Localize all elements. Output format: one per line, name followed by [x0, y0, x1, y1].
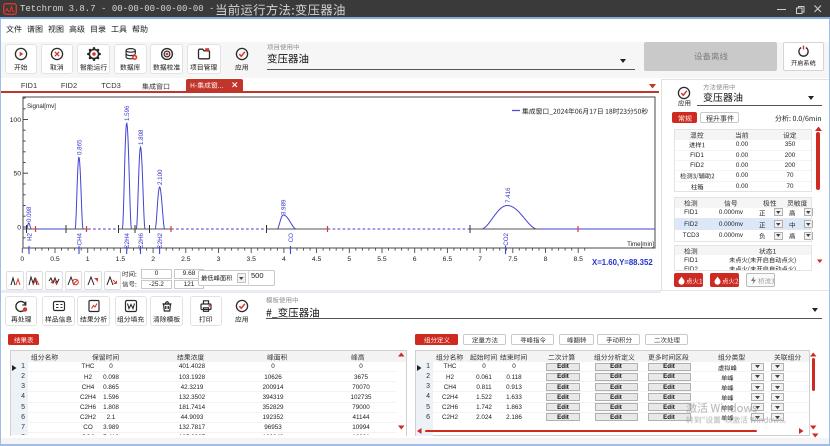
svg-text:CO2: CO2	[503, 232, 510, 245]
svg-text:3.989: 3.989	[281, 199, 288, 215]
svg-text:CH4: CH4	[77, 232, 84, 245]
svg-text:2: 2	[151, 256, 155, 263]
svg-text:6: 6	[413, 256, 417, 263]
svg-text:7: 7	[478, 256, 482, 263]
svg-text:3: 3	[217, 256, 221, 263]
svg-text:5: 5	[347, 256, 351, 263]
svg-text:0.098: 0.098	[26, 206, 33, 222]
svg-text:5.5: 5.5	[377, 256, 387, 263]
svg-text:Time[min]: Time[min]	[627, 241, 654, 248]
svg-text:H2: H2	[27, 232, 34, 240]
svg-text:8.5: 8.5	[573, 256, 583, 263]
svg-text:0.865: 0.865	[76, 139, 83, 155]
svg-text:2.5: 2.5	[181, 256, 191, 263]
svg-text:3.5: 3.5	[246, 256, 256, 263]
svg-text:Signal[mv]: Signal[mv]	[27, 103, 56, 110]
svg-text:1.808: 1.808	[138, 129, 145, 145]
svg-text:8: 8	[544, 256, 548, 263]
svg-text:100: 100	[10, 117, 22, 124]
svg-text:C2H6: C2H6	[138, 232, 145, 248]
svg-text:1.596: 1.596	[124, 105, 131, 121]
svg-text:0.5: 0.5	[50, 256, 60, 263]
svg-text:7.5: 7.5	[508, 256, 518, 263]
svg-text:50: 50	[13, 171, 21, 178]
svg-text:C2H2: C2H2	[157, 232, 164, 248]
svg-text:C2H4: C2H4	[124, 232, 131, 248]
svg-text:1.5: 1.5	[116, 256, 126, 263]
svg-text:6.5: 6.5	[443, 256, 453, 263]
svg-text:4: 4	[282, 256, 286, 263]
svg-text:0: 0	[20, 256, 24, 263]
svg-text:2.100: 2.100	[157, 169, 164, 185]
svg-text:CO: CO	[288, 233, 295, 242]
svg-text:7.416: 7.416	[505, 187, 512, 203]
svg-text:4.5: 4.5	[312, 256, 322, 263]
svg-text:0: 0	[17, 224, 21, 231]
svg-text:1: 1	[86, 256, 90, 263]
